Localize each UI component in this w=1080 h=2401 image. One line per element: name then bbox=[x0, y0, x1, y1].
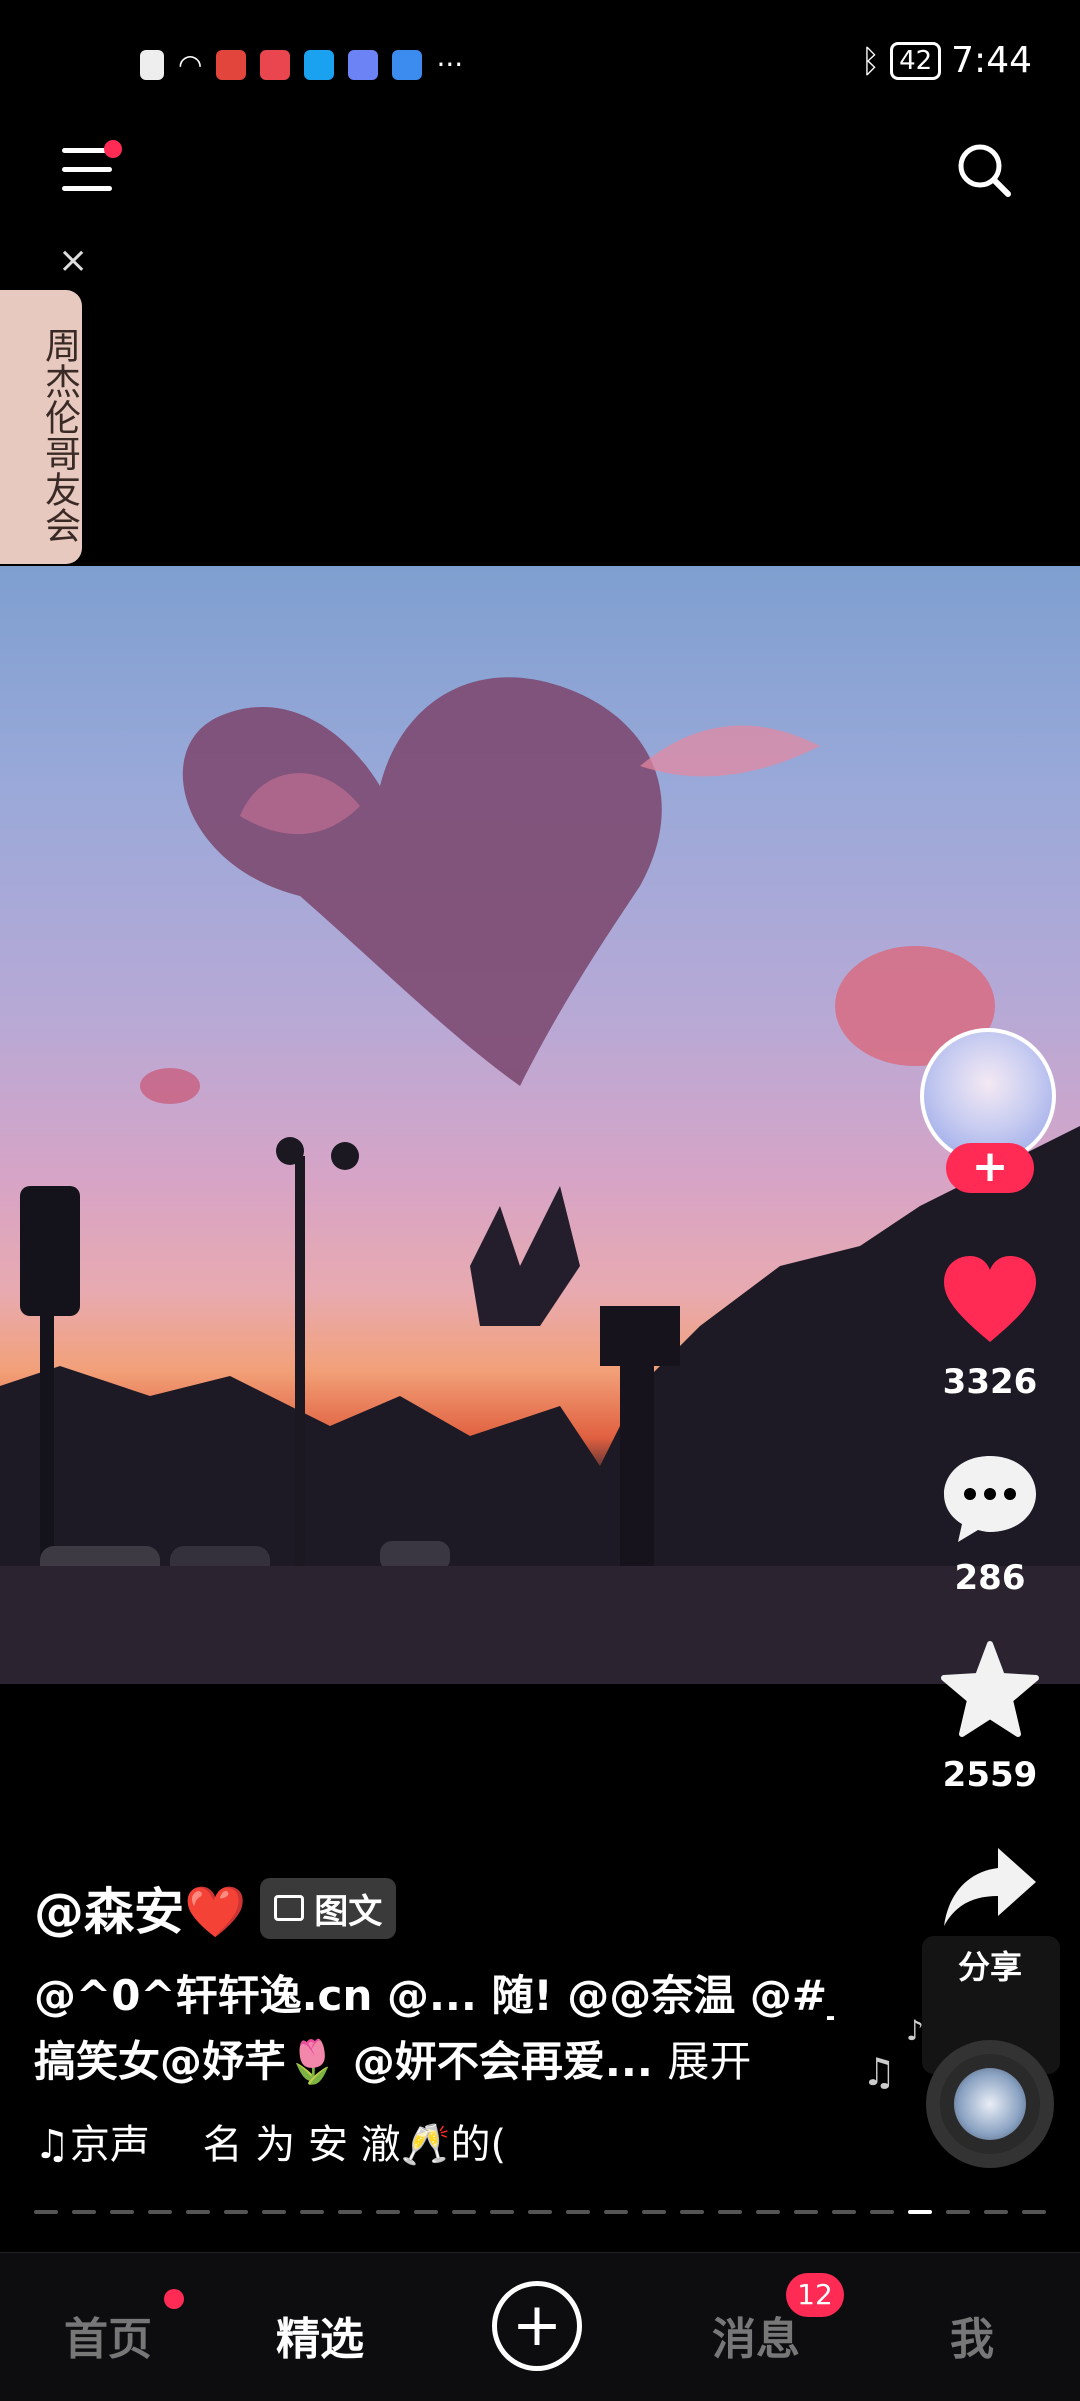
post-author-row: @森安❤️ 图文 bbox=[34, 1872, 397, 1944]
carousel-dash bbox=[946, 2210, 970, 2214]
carousel-dash bbox=[680, 2210, 704, 2214]
status-time: 7:44 bbox=[951, 40, 1032, 81]
carousel-dash bbox=[718, 2210, 742, 2214]
carousel-dash bbox=[1022, 2210, 1046, 2214]
share-label: 分享 bbox=[957, 1948, 1022, 1986]
caption-line-1[interactable]: @^0^轩轩逸.cn @... 随! @@奈温 @#_ bbox=[34, 1962, 834, 2023]
sunset-scene-illustration bbox=[0, 677, 1080, 1684]
author-name[interactable]: @森安❤️ bbox=[34, 1872, 246, 1944]
carousel-dash bbox=[414, 2210, 438, 2214]
nav-messages[interactable]: 消息 bbox=[712, 2303, 800, 2367]
carousel-dash bbox=[72, 2210, 96, 2214]
menu-icon[interactable] bbox=[62, 148, 112, 194]
carousel-dash bbox=[34, 2210, 58, 2214]
carousel-dash bbox=[870, 2210, 894, 2214]
carousel-dash bbox=[490, 2210, 514, 2214]
carousel-dash bbox=[908, 2210, 932, 2214]
nav-featured[interactable]: 精选 bbox=[276, 2303, 364, 2367]
status-bar-notification-icons: ◠ ··· bbox=[140, 48, 463, 81]
create-post-button[interactable]: + bbox=[492, 2281, 582, 2371]
carousel-dash bbox=[794, 2210, 818, 2214]
app-icon-search bbox=[304, 49, 335, 80]
nav-me[interactable]: 我 bbox=[950, 2303, 994, 2367]
follow-button[interactable]: + bbox=[946, 1143, 1034, 1193]
app-icon-books bbox=[260, 49, 291, 80]
image-icon bbox=[274, 1895, 305, 1921]
post-image[interactable] bbox=[0, 566, 1080, 1684]
favorite-count: 2559 bbox=[942, 1755, 1038, 1795]
carousel-dash bbox=[642, 2210, 666, 2214]
carousel-dash bbox=[300, 2210, 324, 2214]
messages-badge: 12 bbox=[786, 2273, 844, 2317]
carousel-dash bbox=[566, 2210, 590, 2214]
bottom-navigation: 首页 精选 + 消息 12 我 bbox=[0, 2252, 1080, 2401]
carousel-dash bbox=[452, 2210, 476, 2214]
expand-link[interactable]: 展开 bbox=[667, 2037, 751, 2086]
share-arrow-icon[interactable] bbox=[940, 1838, 1040, 1938]
home-notification-dot bbox=[164, 2289, 184, 2309]
favorite-star-icon[interactable] bbox=[940, 1640, 1040, 1740]
close-icon[interactable]: × bbox=[58, 240, 88, 281]
carousel-dash bbox=[186, 2210, 210, 2214]
carousel-dash bbox=[262, 2210, 286, 2214]
fan-club-tag[interactable]: 周杰伦哥友会 bbox=[0, 290, 82, 564]
image-text-label: 图文 bbox=[314, 1891, 383, 1932]
app-icon-taobao bbox=[216, 49, 247, 80]
image-text-tag: 图文 bbox=[260, 1877, 397, 1939]
floating-music-note-icon: ♫ bbox=[862, 2050, 897, 2094]
comment-icon[interactable] bbox=[940, 1448, 1040, 1548]
music-text: ♫京声 名 为 安 澈🥂的( bbox=[34, 2122, 507, 2168]
caption-line-2[interactable]: 搞笑女@妤芊🌷 @妍不会再爱... 展开 bbox=[34, 2028, 834, 2089]
comment-count: 286 bbox=[954, 1558, 1026, 1598]
status-bar-system: ᛒ 42 7:44 bbox=[861, 40, 1032, 81]
wifi-icon: ◠ bbox=[178, 48, 203, 81]
floating-music-note-icon: ♪ bbox=[906, 2014, 924, 2047]
carousel-dash bbox=[984, 2210, 1008, 2214]
like-count: 3326 bbox=[942, 1362, 1038, 1402]
carousel-dash bbox=[528, 2210, 552, 2214]
bluetooth-icon: ᛒ bbox=[860, 41, 881, 80]
carousel-dash bbox=[756, 2210, 780, 2214]
carousel-dash bbox=[338, 2210, 362, 2214]
image-carousel-progress bbox=[34, 2210, 1046, 2216]
nav-home[interactable]: 首页 bbox=[64, 2303, 152, 2367]
carousel-dash bbox=[604, 2210, 628, 2214]
carousel-dash bbox=[148, 2210, 172, 2214]
carousel-dash bbox=[224, 2210, 248, 2214]
alert-icon bbox=[140, 49, 164, 80]
music-cover-icon bbox=[954, 2068, 1026, 2140]
music-marquee[interactable]: ♫京声 名 为 安 澈🥂的( bbox=[34, 2112, 506, 2170]
menu-notification-dot bbox=[104, 140, 122, 158]
search-icon[interactable] bbox=[956, 142, 1012, 198]
carousel-dash bbox=[832, 2210, 856, 2214]
more-notifications-icon: ··· bbox=[436, 48, 464, 81]
carousel-dash bbox=[376, 2210, 400, 2214]
app-icon-cloud bbox=[392, 49, 423, 80]
caption-line-2-text: 搞笑女@妤芊🌷 @妍不会再爱... bbox=[34, 2037, 653, 2086]
carousel-dash bbox=[110, 2210, 134, 2214]
app-icon-music bbox=[348, 49, 379, 80]
status-bar: ◠ ··· ᛒ 42 7:44 bbox=[0, 0, 1080, 130]
like-heart-icon[interactable] bbox=[940, 1252, 1040, 1352]
music-disc[interactable] bbox=[926, 2040, 1054, 2168]
battery-indicator: 42 bbox=[890, 41, 942, 80]
